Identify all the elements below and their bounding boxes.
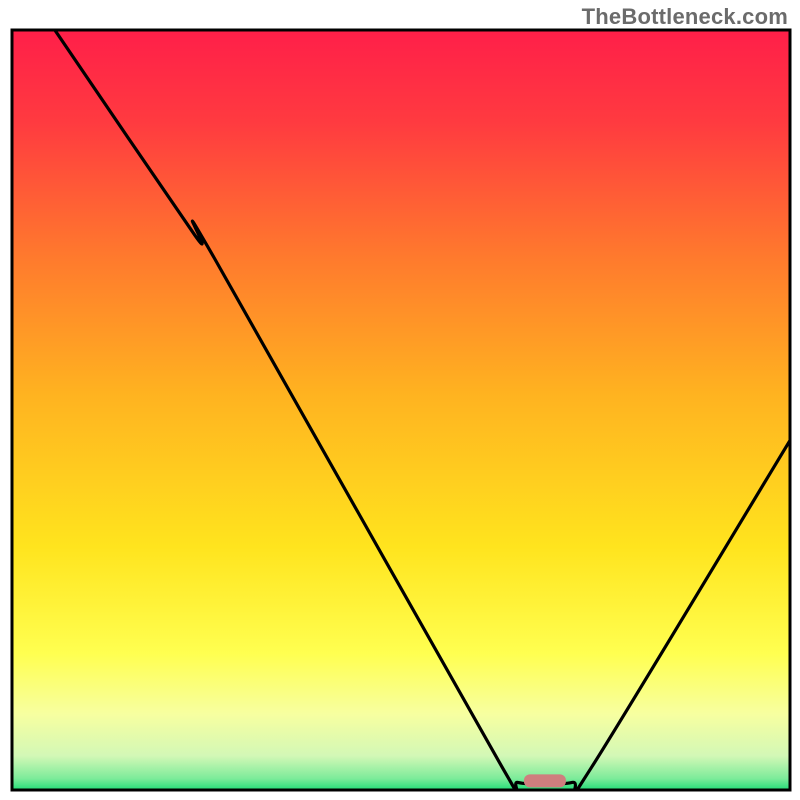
trough-marker bbox=[524, 774, 566, 787]
chart-svg bbox=[0, 0, 800, 800]
chart-stage: TheBottleneck.com bbox=[0, 0, 800, 800]
gradient-body bbox=[12, 30, 790, 790]
